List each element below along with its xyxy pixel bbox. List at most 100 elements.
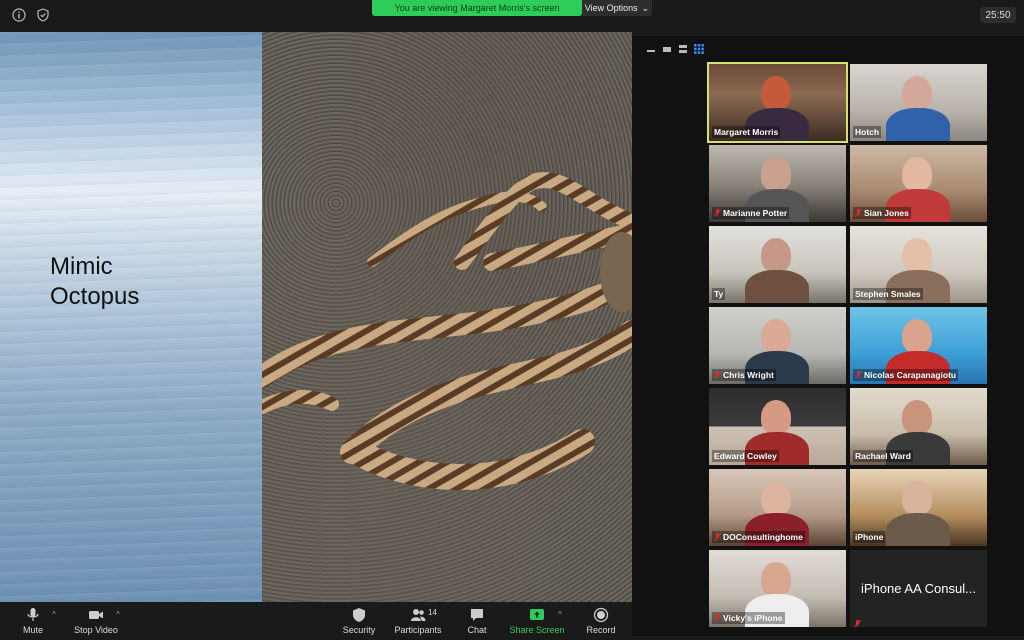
participant-name-tag: Nicolas Carapanagiotu (853, 369, 959, 381)
participant-name: Sian Jones (864, 208, 909, 218)
share-options-caret[interactable]: ^ (558, 610, 562, 619)
slide-title-line2: Octopus (50, 283, 140, 310)
participant-tile[interactable]: Ty (709, 226, 846, 303)
record-label: Record (586, 625, 616, 635)
bottom-toolbar: Mute ^ Stop Video ^ Security Participant… (0, 602, 632, 640)
participant-tile[interactable]: iPhone AA Consul... (850, 550, 987, 627)
participant-name: Chris Wright (723, 370, 774, 380)
slide-title-line1: Mimic (50, 253, 113, 280)
view-options-button[interactable]: View Options ⌄ (582, 0, 652, 16)
participants-label: Participants (394, 625, 442, 635)
participant-face (761, 238, 791, 272)
participant-name: Edward Cowley (714, 451, 777, 461)
shield-icon (353, 608, 365, 622)
participant-tile[interactable]: Hotch (850, 64, 987, 141)
participant-name-tag: iPhone (853, 531, 886, 543)
record-button[interactable]: Record (584, 604, 618, 638)
participant-face (902, 157, 932, 191)
participants-button[interactable]: Participants (390, 604, 446, 638)
participant-name-tag: Edward Cowley (712, 450, 779, 462)
participant-face (902, 481, 932, 515)
mute-button[interactable]: Mute (18, 604, 48, 638)
participant-face (761, 562, 791, 596)
participant-face (761, 157, 791, 191)
video-camera-icon (89, 611, 103, 619)
participant-name-tag: DOConsultinghome (712, 531, 805, 543)
participant-name: iPhone AA Consul... (861, 581, 976, 596)
participant-tile[interactable]: DOConsultinghome (709, 469, 846, 546)
participant-tile[interactable]: Vicky's iPhone (709, 550, 846, 627)
stop-video-button[interactable]: Stop Video (70, 604, 122, 638)
participant-name: Ty (714, 289, 724, 299)
muted-mic-icon (713, 613, 722, 622)
chat-bubble-icon (471, 609, 483, 621)
muted-mic-icon (854, 370, 863, 379)
participant-name-tag: Chris Wright (712, 369, 776, 381)
grid-view-icon[interactable] (694, 41, 704, 54)
octopus-photo (262, 32, 632, 602)
muted-mic-icon (713, 532, 722, 541)
strip-view-icon[interactable] (678, 41, 688, 53)
minimize-icon[interactable] (646, 41, 656, 52)
octopus-illustration (262, 172, 632, 490)
video-options-caret[interactable]: ^ (116, 610, 120, 619)
chevron-down-icon: ⌄ (641, 3, 650, 13)
participant-name-tag: Ty (712, 288, 726, 300)
participant-tile[interactable]: Rachael Ward (850, 388, 987, 465)
participant-tile[interactable]: Edward Cowley (709, 388, 846, 465)
shield-check-icon[interactable] (36, 8, 50, 22)
view-options-label: View Options (584, 3, 638, 13)
participants-icon (411, 609, 426, 621)
top-bar: You are viewing Margaret Morris's screen… (0, 0, 1024, 32)
participant-tile[interactable]: Marianne Potter (709, 145, 846, 222)
participant-tile[interactable]: Margaret Morris (707, 62, 848, 143)
participant-tile[interactable]: Stephen Smales (850, 226, 987, 303)
chat-label: Chat (467, 625, 487, 635)
participant-name-tag: Rachael Ward (853, 450, 913, 462)
muted-mic-icon (713, 208, 722, 217)
muted-mic-icon (713, 370, 722, 379)
participant-name-tag: Sian Jones (853, 207, 911, 219)
participant-tile[interactable]: Chris Wright (709, 307, 846, 384)
participant-tile[interactable]: Sian Jones (850, 145, 987, 222)
participant-name: Stephen Smales (855, 289, 921, 299)
participant-face (902, 76, 932, 110)
participant-name: Rachael Ward (855, 451, 911, 461)
participant-name-tag: Marianne Potter (712, 207, 790, 219)
meeting-timer: 25:50 (980, 7, 1016, 23)
stop-video-label: Stop Video (74, 625, 118, 635)
participant-face (761, 319, 791, 353)
muted-mic-icon (853, 615, 862, 627)
info-icon[interactable] (12, 8, 26, 22)
muted-mic-icon (854, 208, 863, 217)
participant-body (886, 513, 950, 546)
participant-face (902, 400, 932, 434)
security-button[interactable]: Security (338, 604, 380, 638)
participant-face (761, 76, 791, 110)
mute-label: Mute (22, 625, 43, 635)
participant-face (761, 481, 791, 515)
participant-body (886, 108, 950, 141)
participant-name: Nicolas Carapanagiotu (864, 370, 957, 380)
zoom-window: You are viewing Margaret Morris's screen… (0, 0, 1024, 640)
participant-name-tag: Vicky's iPhone (712, 612, 785, 624)
participant-face (902, 238, 932, 272)
single-view-icon[interactable] (662, 41, 672, 52)
participant-name: Vicky's iPhone (723, 613, 783, 623)
audio-options-caret[interactable]: ^ (52, 610, 56, 619)
gallery-toolbar (632, 36, 1024, 56)
participant-name-tag: Margaret Morris (712, 126, 781, 138)
participant-name: iPhone (855, 532, 884, 542)
slide-title: Mimic Octopus (50, 252, 139, 312)
participant-name-tag: Stephen Smales (853, 288, 923, 300)
security-label: Security (342, 625, 376, 635)
microphone-icon (27, 608, 39, 621)
record-icon (593, 607, 609, 623)
gallery-view: Margaret Morris Hotch Marianne Potter Sian … (632, 36, 1024, 636)
chat-button[interactable]: Chat (462, 604, 492, 638)
participant-tile[interactable]: iPhone (850, 469, 987, 546)
share-screen-label: Share Screen (509, 625, 565, 635)
slide-background: Mimic Octopus (0, 32, 262, 602)
participant-name: Marianne Potter (723, 208, 788, 218)
participant-tile[interactable]: Nicolas Carapanagiotu (850, 307, 987, 384)
